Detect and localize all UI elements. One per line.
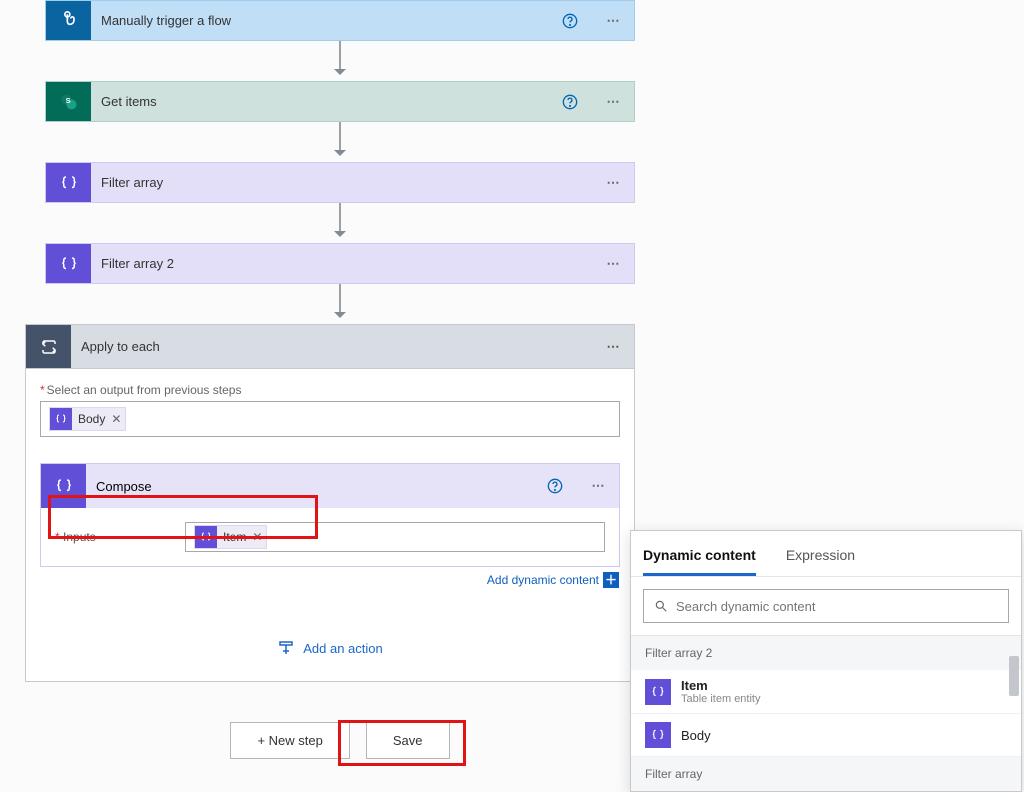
help-icon[interactable] (547, 478, 579, 494)
popup-section-filter2: Filter array 2 (631, 636, 1021, 670)
token-remove-icon[interactable]: ✕ (252, 530, 262, 544)
token-item[interactable]: Item ✕ (194, 525, 267, 549)
scrollbar-thumb[interactable] (1009, 656, 1019, 696)
token-body[interactable]: Body ✕ (49, 407, 126, 431)
select-output-input[interactable]: Body ✕ (40, 401, 620, 437)
help-icon[interactable] (562, 13, 594, 29)
save-button[interactable]: Save (366, 722, 450, 759)
token-remove-icon[interactable]: ✕ (111, 412, 121, 426)
new-step-button[interactable]: + New step (230, 722, 349, 759)
add-action-icon (277, 639, 295, 657)
tab-dynamic-content[interactable]: Dynamic content (643, 547, 756, 576)
popup-item-sub: Table item entity (681, 693, 760, 705)
connector-arrow (45, 41, 635, 81)
braces-icon (645, 679, 671, 705)
compose-header[interactable]: Compose ⋯ (41, 464, 619, 508)
apply-header[interactable]: Apply to each ⋯ (26, 325, 634, 369)
search-icon (654, 599, 668, 613)
step-filter-title: Filter array (91, 175, 562, 190)
popup-item-body[interactable]: Body (631, 714, 1021, 757)
braces-icon (645, 722, 671, 748)
svg-text:S: S (65, 95, 70, 104)
sharepoint-icon: S (46, 82, 91, 121)
token-body-label: Body (78, 412, 105, 426)
step-filter-array[interactable]: Filter array ? ⋯ (45, 162, 635, 203)
popup-section-filter1: Filter array (631, 757, 1021, 791)
step-menu-icon[interactable]: ⋯ (594, 256, 634, 272)
connector-arrow (45, 284, 635, 324)
apply-title: Apply to each (71, 339, 594, 354)
dynamic-content-popup: Dynamic content Expression Filter array … (630, 530, 1022, 792)
step-menu-icon[interactable]: ⋯ (594, 175, 634, 191)
loop-icon (26, 325, 71, 368)
add-dynamic-content-link[interactable]: Add dynamic content＋ (487, 572, 619, 588)
search-dynamic-content[interactable] (643, 589, 1009, 623)
search-input[interactable] (676, 599, 998, 614)
popup-item-item[interactable]: Item Table item entity (631, 670, 1021, 714)
braces-icon (41, 464, 86, 508)
footer-buttons: + New step Save (0, 722, 680, 759)
popup-scroll[interactable]: Filter array 2 Item Table item entity Bo… (631, 635, 1021, 791)
inputs-label: * Inputs (55, 530, 185, 544)
step-get-items[interactable]: S Get items ⋯ (45, 81, 635, 122)
braces-icon (50, 408, 72, 430)
step-filter2-title: Filter array 2 (91, 256, 562, 271)
hand-tap-icon (46, 1, 91, 40)
add-action-link[interactable]: Add an action (40, 639, 620, 657)
step-menu-icon[interactable]: ⋯ (594, 13, 634, 29)
connector-arrow (45, 122, 635, 162)
step-filter-array-2[interactable]: Filter array 2 ? ⋯ (45, 243, 635, 284)
braces-icon (46, 163, 91, 202)
help-icon[interactable] (562, 94, 594, 110)
step-get-items-title: Get items (91, 94, 562, 109)
compose-menu-icon[interactable]: ⋯ (579, 478, 619, 494)
braces-icon (46, 244, 91, 283)
popup-tabs: Dynamic content Expression (631, 531, 1021, 577)
popup-item-name: Item (681, 678, 760, 693)
compose-inputs-field[interactable]: Item ✕ (185, 522, 605, 552)
step-trigger-title: Manually trigger a flow (91, 13, 562, 28)
apply-menu-icon[interactable]: ⋯ (594, 339, 634, 355)
compose-title: Compose (86, 479, 547, 494)
step-trigger[interactable]: Manually trigger a flow ⋯ (45, 0, 635, 41)
token-item-label: Item (223, 530, 246, 544)
select-output-label: *Select an output from previous steps (40, 383, 620, 397)
tab-expression[interactable]: Expression (786, 547, 855, 576)
step-menu-icon[interactable]: ⋯ (594, 94, 634, 110)
apply-to-each-panel: Apply to each ⋯ *Select an output from p… (25, 324, 635, 682)
popup-item-name: Body (681, 728, 711, 743)
connector-arrow (45, 203, 635, 243)
compose-card: Compose ⋯ * Inputs (40, 463, 620, 567)
plus-icon: ＋ (603, 572, 619, 588)
braces-icon (195, 526, 217, 548)
